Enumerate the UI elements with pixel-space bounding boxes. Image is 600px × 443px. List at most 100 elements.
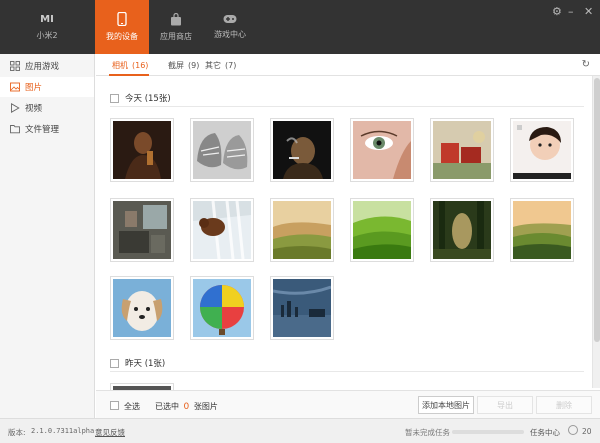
photo-thumbnail[interactable] [190,276,254,340]
task-center-link[interactable]: 任务中心 [530,427,560,438]
photo-image [513,201,571,259]
group-yesterday-header[interactable]: 昨天 (1张) [110,357,165,369]
sidebar-item-apps-games[interactable]: 应用游戏 [0,56,94,76]
group-today-header[interactable]: 今天 (15张) [110,92,171,104]
photo-content-area: 相机 (16) 截屏 (9) 其它 (7) ↻ 今天 (15张) 昨天 (1张)… [96,54,600,418]
photo-thumbnail[interactable] [270,198,334,262]
photo-thumbnail[interactable] [430,198,494,262]
photo-image [273,201,331,259]
selected-suffix: 张图片 [193,402,218,411]
divider [110,106,584,107]
sidebar-item-file-manager[interactable]: 文件管理 [0,119,94,139]
photo-thumbnail[interactable] [430,118,494,182]
mi-assistant-window: MI 小米2 我的设备 应用商店 游戏中心 ⚙ – ✕ 应用游戏 图片 视频 文… [0,0,600,443]
photo-image [193,201,251,259]
photo-image [433,121,491,179]
photo-thumbnail[interactable] [350,118,414,182]
group-today-checkbox[interactable] [110,93,119,103]
gamepad-icon [223,15,237,23]
tab-count: (9) [188,61,200,70]
photo-thumbnail[interactable] [110,198,174,262]
photo-thumbnail[interactable] [190,118,254,182]
tab-count: (7) [225,61,237,70]
action-bar: 全选 已选中 0 张图片 添加本地图片 导出 删除 [96,390,600,418]
active-tab-underline [109,74,149,76]
apps-grid-icon [10,61,20,71]
nav-tab-game-center[interactable]: 游戏中心 [203,0,257,54]
selection-status: 已选中 0 张图片 [155,401,218,412]
select-all-label: 全选 [124,402,140,411]
nav-tab-label: 我的设备 [106,32,138,41]
sidebar-item-videos[interactable]: 视频 [0,98,94,118]
tab-screenshots[interactable]: 截屏 (9) [168,60,199,71]
nav-tab-label: 应用商店 [160,31,192,41]
scrollbar-thumb[interactable] [594,78,600,342]
selected-count: 0 [183,402,190,412]
folder-icon [10,125,20,134]
tab-label: 其它 [205,61,221,70]
photo-image [113,279,171,337]
photo-thumbnail[interactable] [510,118,574,182]
vertical-scrollbar[interactable] [592,76,600,388]
notification-icon[interactable] [568,425,578,435]
phone-icon [117,12,127,26]
add-local-pictures-button[interactable]: 添加本地图片 [418,396,474,414]
gear-icon[interactable]: ⚙ [552,6,562,17]
version-label: 版本: [8,428,26,437]
photo-thumbnail[interactable] [270,118,334,182]
tab-camera[interactable]: 相机 (16) [112,60,148,71]
photo-thumbnail[interactable] [110,383,174,390]
export-button[interactable]: 导出 [477,396,533,414]
delete-button[interactable]: 删除 [536,396,592,414]
feedback-link[interactable]: 意见反馈 [95,427,125,438]
group-yesterday-label: 昨天 (1张) [125,359,166,369]
nav-tab-label: 小米2 [36,30,58,40]
album-tabs: 相机 (16) 截屏 (9) 其它 (7) ↻ [96,54,600,76]
photo-thumbnail[interactable] [190,198,254,262]
nav-tab-device-mi2[interactable]: MI 小米2 [20,0,74,54]
photo-thumbnail[interactable] [510,198,574,262]
photo-thumbnail[interactable] [110,276,174,340]
nav-tab-app-store[interactable]: 应用商店 [149,0,203,54]
sidebar-item-label: 文件管理 [25,125,60,135]
nav-tab-label: 游戏中心 [214,30,246,39]
tab-label: 相机 [112,61,128,70]
photo-image [513,121,571,179]
close-icon[interactable]: ✕ [584,6,593,17]
photo-image [193,121,251,179]
divider [110,371,584,372]
photo-thumbnail[interactable] [270,276,334,340]
play-icon [11,103,20,113]
photo-image [433,201,491,259]
notification-count: 20 [582,427,592,436]
photo-image [353,201,411,259]
pending-tasks-text: 暂未完成任务 [405,428,450,437]
sidebar-item-pictures[interactable]: 图片 [0,77,94,97]
top-navigation-bar: MI 小米2 我的设备 应用商店 游戏中心 ⚙ – ✕ [0,0,600,54]
mi-logo-icon: MI [40,13,54,25]
tab-other[interactable]: 其它 (7) [205,60,236,71]
sidebar-item-label: 视频 [25,104,43,114]
nav-tab-my-device[interactable]: 我的设备 [95,0,149,54]
sidebar: 应用游戏 图片 视频 文件管理 [0,54,95,418]
group-yesterday-checkbox[interactable] [110,358,119,368]
group-today-label: 今天 (15张) [125,94,171,104]
sidebar-item-label: 应用游戏 [25,62,60,72]
photo-image [353,121,411,179]
shopping-bag-icon [171,12,181,25]
photo-thumbnail[interactable] [110,118,174,182]
photo-thumbnail[interactable] [350,198,414,262]
photo-image [113,121,171,179]
photo-image [273,121,331,179]
minimize-icon[interactable]: – [568,6,574,17]
version-number: 2.1.0.7311alpha [31,427,95,435]
status-bar: 版本: 2.1.0.7311alpha 意见反馈 暂未完成任务 任务中心 20 [0,418,600,443]
photo-image [113,201,171,259]
selected-prefix: 已选中 [155,402,179,411]
select-all-checkbox[interactable] [110,401,119,410]
tab-count: (16) [132,61,149,70]
refresh-icon[interactable]: ↻ [582,59,590,70]
image-icon [10,82,20,92]
sidebar-item-label: 图片 [25,83,43,93]
photo-image [273,279,331,337]
